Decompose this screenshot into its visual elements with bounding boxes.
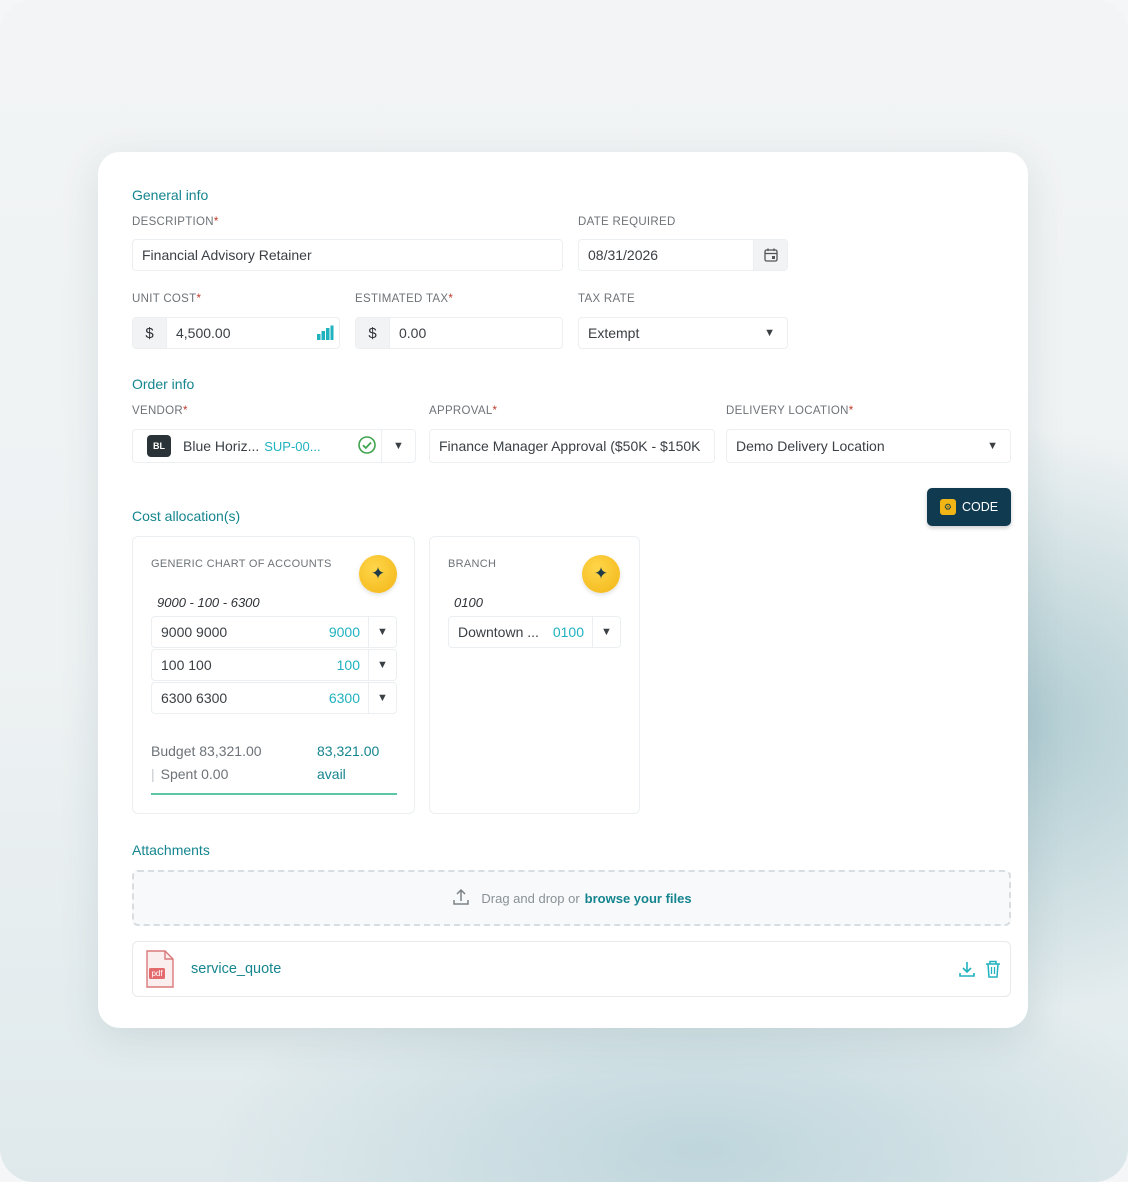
estimated-tax-value: 0.00 (399, 325, 427, 341)
estimated-tax-input[interactable]: $ 0.00 (355, 317, 563, 349)
segment-code: 100 (336, 657, 360, 673)
download-icon[interactable] (957, 959, 977, 984)
attachment-filename[interactable]: service_quote (191, 961, 281, 977)
vendor-select[interactable]: BL Blue Horiz... SUP-00... ▼ (132, 429, 416, 463)
tax-rate-label: TAX RATE (578, 293, 635, 305)
sparkle-icon: ✦ (593, 564, 609, 583)
vendor-code: SUP-00... (264, 438, 321, 454)
trash-icon[interactable] (984, 959, 1002, 984)
budget-progress-bar (151, 793, 397, 795)
unit-cost-label: UNIT COST* (132, 293, 202, 305)
attachments-title: Attachments (132, 842, 210, 858)
attachment-row: pdf service_quote (132, 941, 1011, 997)
delivery-location-select[interactable]: Demo Delivery Location ▼ (726, 429, 1011, 463)
description-label: DESCRIPTION* (132, 216, 219, 228)
account-path: 9000 - 100 - 6300 (157, 595, 260, 610)
date-required-label: DATE REQUIRED (578, 216, 676, 228)
approval-select[interactable]: Finance Manager Approval ($50K - $150K (429, 429, 715, 463)
chevron-down-icon[interactable]: ▼ (368, 650, 396, 680)
chevron-down-icon[interactable]: ▼ (592, 617, 620, 647)
segment-code: 6300 (328, 690, 360, 706)
chevron-down-icon[interactable]: ▼ (368, 683, 396, 713)
file-dropzone[interactable]: Drag and drop or browse your files (132, 870, 1011, 926)
tax-rate-select[interactable]: Extempt ▼ (578, 317, 788, 349)
currency-prefix: $ (356, 318, 390, 348)
segment-name: 9000 9000 (161, 624, 228, 640)
chevron-down-icon[interactable]: ▼ (381, 430, 415, 462)
cost-allocation-title: Cost allocation(s) (132, 508, 241, 524)
currency-prefix: $ (133, 318, 167, 348)
segment-name: 6300 6300 (161, 690, 228, 706)
delivery-location-value: Demo Delivery Location (736, 438, 885, 454)
generic-coa-label: GENERIC CHART OF ACCOUNTS (151, 558, 332, 570)
branch-path: 0100 (454, 595, 483, 610)
approval-label: APPROVAL* (429, 405, 498, 417)
vendor-avatar: BL (147, 435, 171, 457)
calendar-icon[interactable] (753, 240, 787, 270)
chevron-down-icon: ▼ (764, 327, 775, 339)
code-button-label: CODE (961, 500, 999, 514)
segment-code: 9000 (328, 624, 360, 640)
unit-cost-input[interactable]: $ 4,500.00 (132, 317, 340, 349)
verified-check-icon (357, 435, 377, 458)
generic-chart-of-accounts-card: GENERIC CHART OF ACCOUNTS ✦ 9000 - 100 -… (132, 536, 415, 814)
segment-name: 100 100 (161, 657, 212, 673)
description-input[interactable]: Financial Advisory Retainer (132, 239, 563, 271)
order-info-title: Order info (132, 376, 195, 392)
sparkle-icon: ✦ (370, 564, 386, 583)
chevron-down-icon: ▼ (987, 440, 998, 452)
vendor-label: VENDOR* (132, 405, 188, 417)
available-amount: 83,321.00 (317, 743, 380, 759)
branch-card: BRANCH ✦ 0100 Downtown ... 0100 ▼ (429, 536, 640, 814)
tax-rate-value: Extempt (588, 325, 640, 341)
branch-name: Downtown ... (458, 624, 539, 640)
purchase-request-form: General info DESCRIPTION* Financial Advi… (98, 152, 1028, 1028)
shield-icon: ⚙ (939, 499, 956, 515)
bar-chart-icon[interactable] (311, 325, 339, 341)
chevron-down-icon[interactable]: ▼ (368, 617, 396, 647)
code-button[interactable]: ⚙ CODE (927, 488, 1011, 526)
approval-value: Finance Manager Approval ($50K - $150K (439, 438, 701, 454)
ai-suggest-star-button[interactable]: ✦ (582, 555, 620, 593)
delivery-location-label: DELIVERY LOCATION* (726, 405, 854, 417)
ai-suggest-star-button[interactable]: ✦ (359, 555, 397, 593)
budget-text: Budget 83,321.00 (151, 743, 262, 759)
branch-label: BRANCH (448, 558, 497, 570)
vendor-name: Blue Horiz... (183, 438, 260, 454)
segment-select[interactable]: 100 100 100 ▼ (151, 649, 397, 681)
branch-select[interactable]: Downtown ... 0100 ▼ (448, 616, 621, 648)
spent-text: | Spent 0.00 (151, 766, 229, 782)
date-value: 08/31/2026 (588, 247, 659, 263)
general-info-title: General info (132, 187, 209, 203)
date-required-input[interactable]: 08/31/2026 (578, 239, 788, 271)
branch-code: 0100 (552, 624, 584, 640)
estimated-tax-label: ESTIMATED TAX* (355, 293, 454, 305)
unit-cost-value: 4,500.00 (176, 325, 231, 341)
description-value: Financial Advisory Retainer (142, 247, 312, 263)
browse-files-link[interactable]: browse your files (585, 891, 692, 906)
available-label: avail (317, 766, 346, 782)
dropzone-text: Drag and drop or (481, 890, 580, 906)
segment-select[interactable]: 9000 9000 9000 ▼ (151, 616, 397, 648)
segment-select[interactable]: 6300 6300 6300 ▼ (151, 682, 397, 714)
upload-icon (451, 887, 471, 910)
file-extension: pdf (151, 969, 163, 978)
